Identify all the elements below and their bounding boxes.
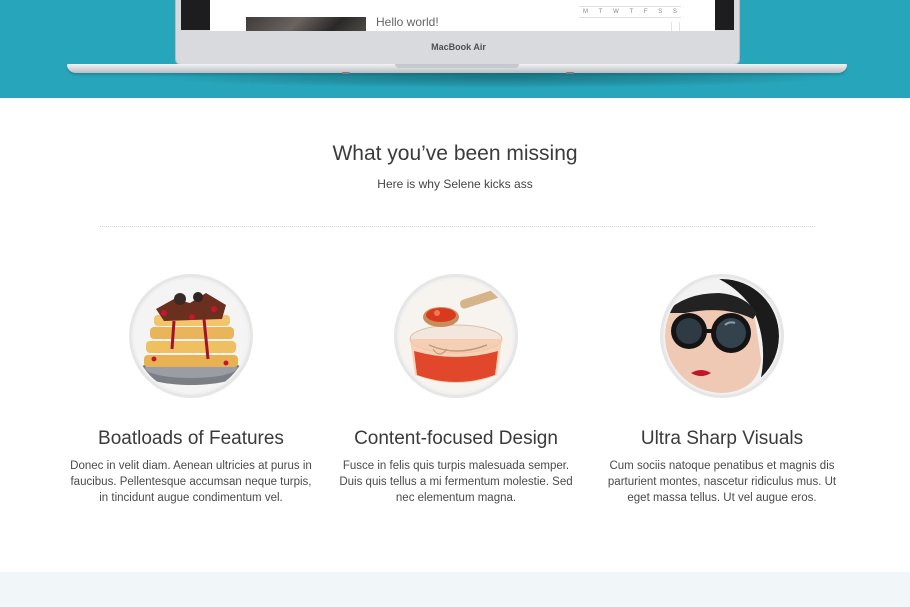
feature-title: Content-focused Design [354, 428, 558, 449]
calendar-weekday-header: M T W T F S S [579, 6, 681, 18]
feature-title: Boatloads of Features [98, 428, 284, 449]
laptop-foot [566, 72, 574, 74]
calendar-widget: M T W T F S S [579, 6, 681, 31]
feature-image-frame [129, 274, 253, 398]
laptop-base [67, 64, 847, 74]
feature-card-design: Content-focused Design Fusce in felis qu… [326, 274, 586, 506]
calendar-day: S [672, 9, 677, 15]
feature-image-frame [394, 274, 518, 398]
laptop-lid: Hello world! M T W T F S S MacBook Air [175, 0, 740, 65]
waffles-photo [134, 279, 248, 393]
section-title: What you’ve been missing [332, 142, 578, 165]
laptop-screen: Hello world! M T W T F S S [210, 0, 715, 31]
sunglasses-woman-photo [665, 279, 779, 393]
calendar-day: T [629, 9, 634, 15]
section-subtitle: Here is why Selene kicks ass [377, 177, 533, 191]
laptop-foot [342, 72, 350, 74]
hero-banner: Hello world! M T W T F S S MacBook Air [0, 0, 910, 98]
calendar-day: F [643, 9, 648, 15]
laptop-notch [395, 64, 519, 68]
jam-jar-photo [399, 279, 513, 393]
post-thumbnail[interactable] [246, 17, 366, 31]
calendar-day: S [658, 9, 663, 15]
feature-image-frame [660, 274, 784, 398]
laptop-brand-label: MacBook Air [431, 42, 486, 52]
feature-title: Ultra Sharp Visuals [640, 428, 804, 449]
next-section-band [0, 572, 910, 607]
feature-description: Cum sociis natoque penatibus et magnis d… [607, 460, 837, 504]
feature-card-visuals: Ultra Sharp Visuals Cum sociis natoque p… [592, 274, 852, 506]
laptop-bezel: Hello world! M T W T F S S [181, 0, 734, 31]
feature-card-features: Boatloads of Features Donec in velit dia… [61, 274, 321, 506]
calendar-cell [671, 22, 680, 31]
feature-description: Fusce in felis quis turpis malesuada sem… [339, 460, 573, 504]
post-title-link[interactable]: Hello world! [376, 15, 439, 29]
section-divider [100, 226, 815, 227]
calendar-day: T [598, 9, 603, 15]
calendar-day: W [613, 9, 619, 15]
calendar-day: M [583, 9, 588, 15]
feature-description: Donec in velit diam. Aenean ultricies at… [70, 460, 312, 504]
